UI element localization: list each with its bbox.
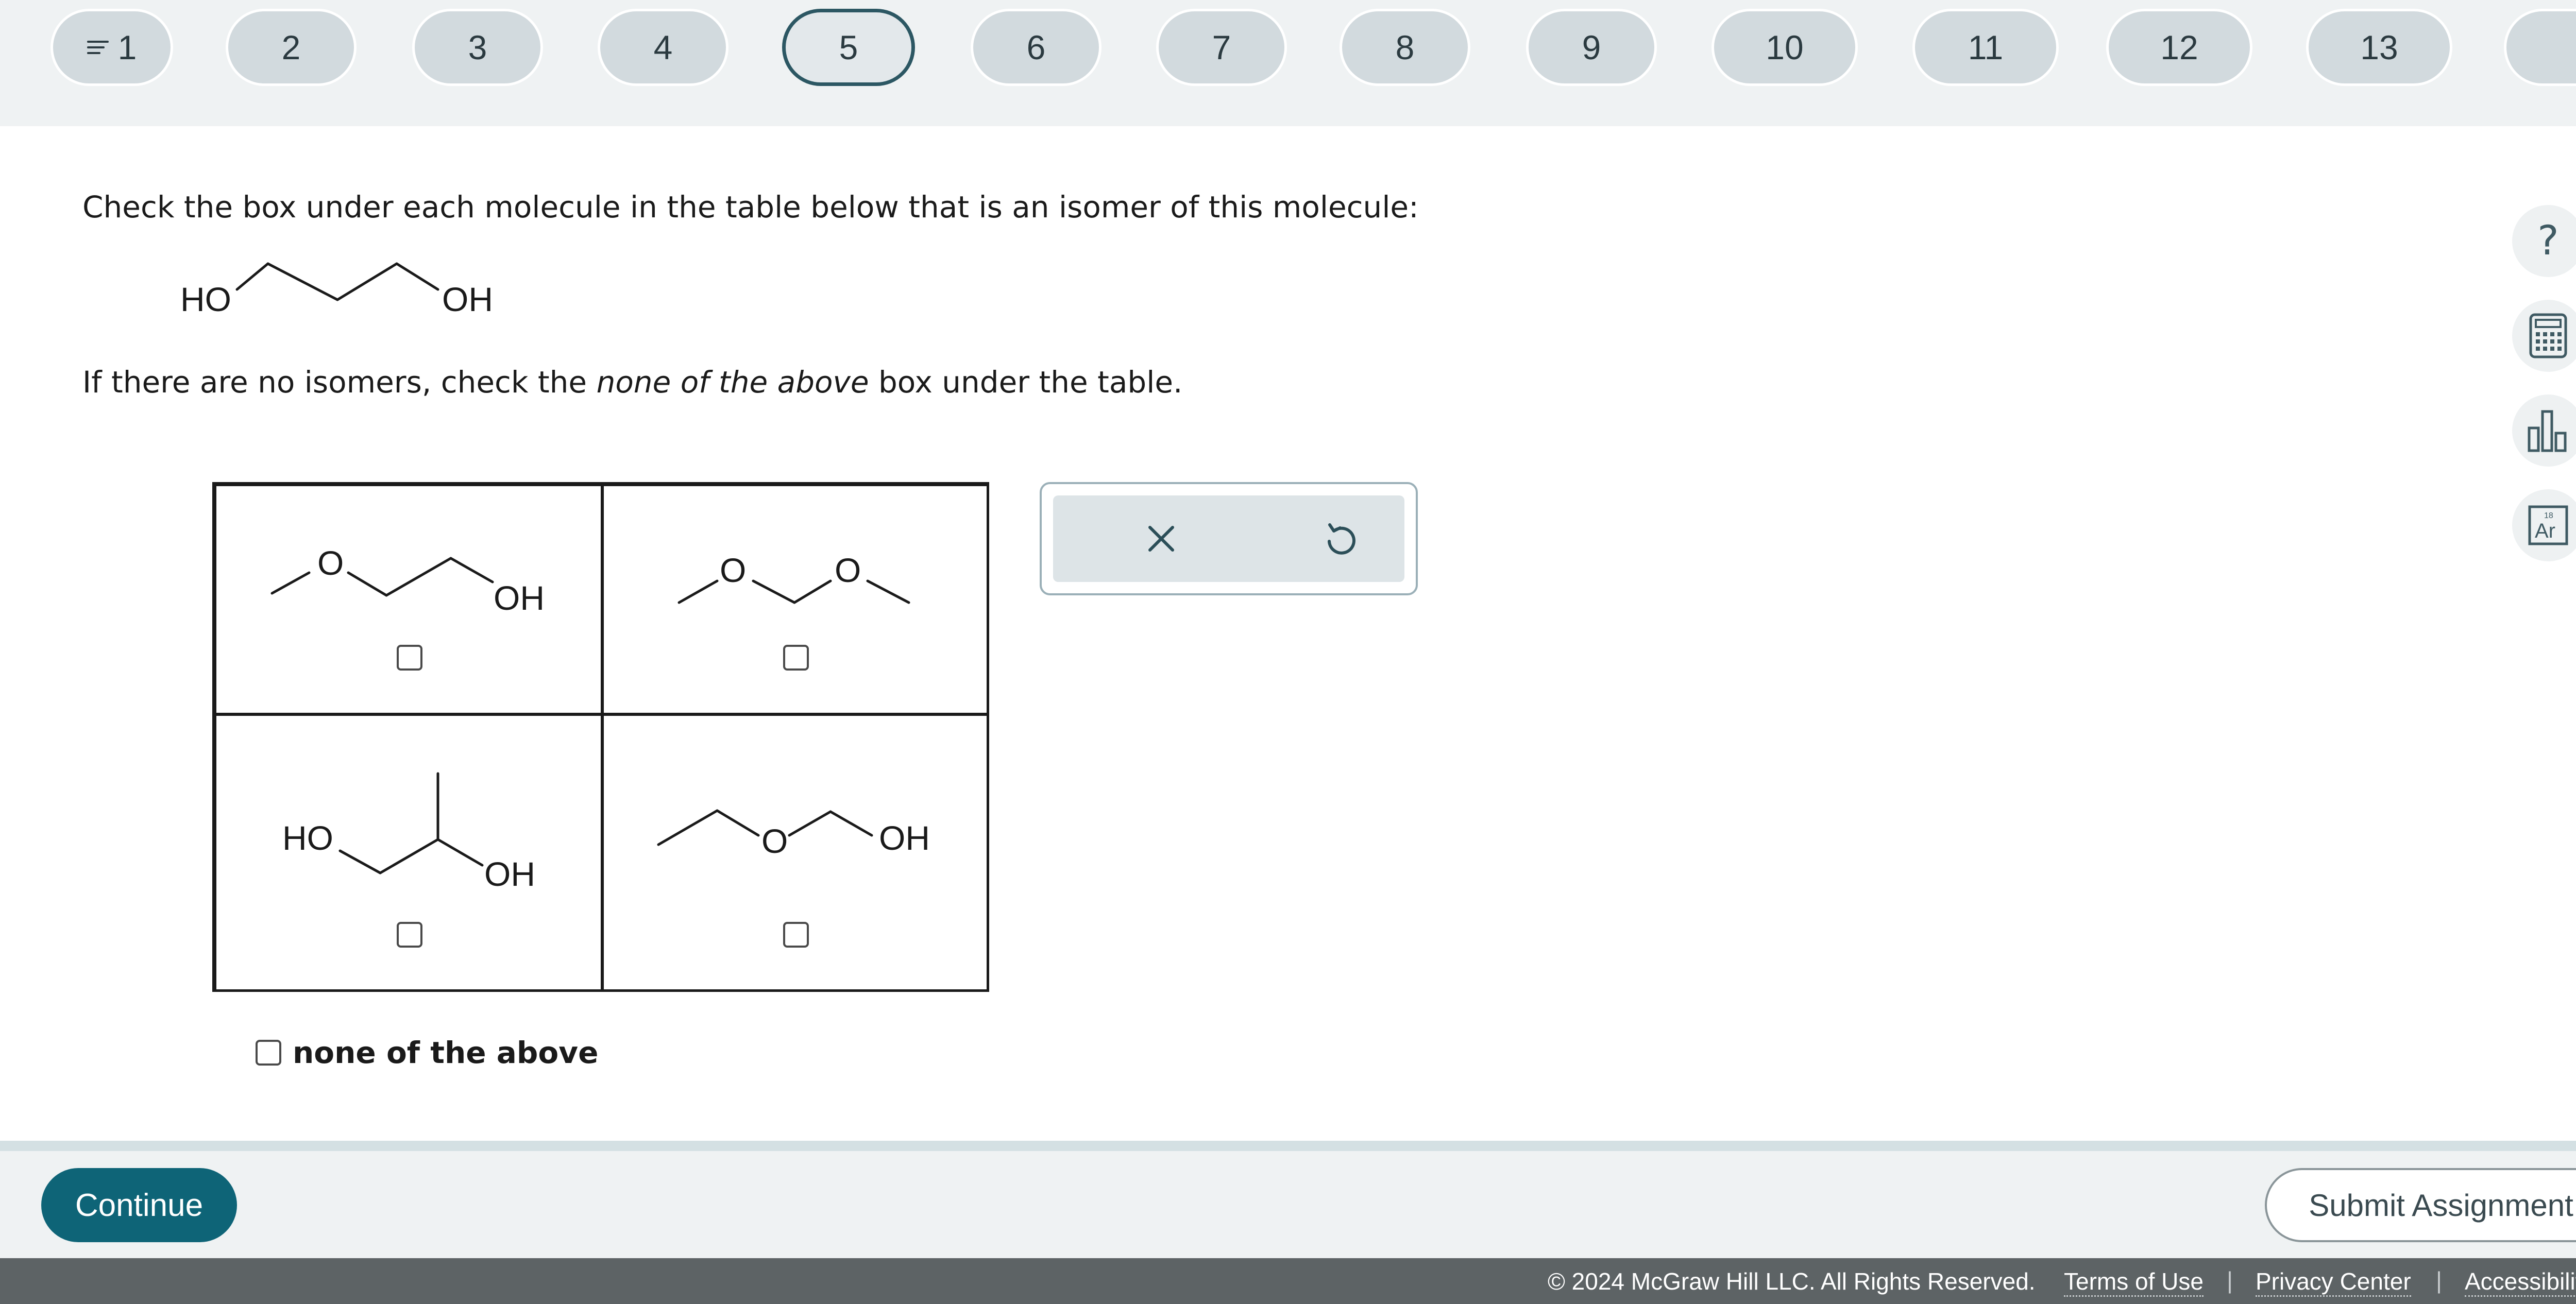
calculator-icon[interactable] [2512, 300, 2576, 372]
instruction-text: If there are no isomers, check the none … [82, 365, 1183, 400]
none-of-above-checkbox[interactable] [256, 1040, 281, 1066]
question-button-14[interactable]: 14 [2504, 9, 2576, 86]
none-of-above-label: none of the above [293, 1035, 599, 1070]
label-ho: HO [180, 280, 231, 318]
question-button-12[interactable]: 12 [2106, 9, 2252, 86]
question-button-6[interactable]: 6 [971, 9, 1101, 86]
periodic-table-icon[interactable]: 18 Ar [2512, 489, 2576, 561]
bar-chart-icon[interactable] [2512, 394, 2576, 467]
periodic-symbol: Ar [2535, 520, 2555, 542]
molecule-b: O O [677, 551, 910, 604]
question-number: 9 [1582, 28, 1601, 66]
copyright-text: © 2024 McGraw Hill LLC. All Rights Reser… [1548, 1268, 2036, 1295]
footer-separator: | [2436, 1267, 2442, 1294]
question-number: 6 [1026, 28, 1046, 66]
isomer-checkbox-d[interactable] [783, 922, 809, 948]
question-button-7[interactable]: 7 [1156, 9, 1287, 86]
question-button-10[interactable]: 10 [1711, 9, 1858, 86]
bottom-bar [0, 1151, 2576, 1258]
bottom-divider [0, 1141, 2576, 1151]
accessibility-link[interactable]: Accessibility [2465, 1267, 2576, 1297]
close-icon[interactable] [1136, 513, 1187, 564]
privacy-center-link[interactable]: Privacy Center [2256, 1267, 2411, 1297]
question-button-11[interactable]: 11 [1912, 9, 2059, 86]
none-of-above-option[interactable]: none of the above [256, 1035, 598, 1070]
table-cell-b: O O [602, 485, 989, 714]
label-o: O [720, 551, 746, 589]
question-button-4[interactable]: 4 [598, 9, 728, 86]
isomer-checkbox-c[interactable] [397, 922, 422, 948]
label-oh: OH [484, 855, 535, 893]
terms-of-use-link[interactable]: Terms of Use [2064, 1267, 2204, 1297]
question-number: 11 [1968, 28, 2004, 66]
label-o: O [761, 822, 788, 860]
answer-tools [1040, 482, 1418, 595]
question-button-5[interactable]: 5 [782, 9, 915, 86]
question-number: 1 [117, 28, 137, 66]
answer-tools-panel [1053, 495, 1404, 582]
footer: © 2024 McGraw Hill LLC. All Rights Reser… [0, 1258, 2576, 1304]
label-o: O [835, 551, 861, 589]
question-button-1[interactable]: 1 [50, 9, 173, 86]
question-prompt: Check the box under each molecule in the… [82, 190, 1419, 225]
instruction-emphasis: none of the above [596, 365, 869, 400]
label-oh: OH [879, 819, 930, 857]
label-oh: OH [494, 579, 545, 617]
label-ho: HO [282, 819, 333, 857]
question-button-2[interactable]: 2 [226, 9, 357, 86]
molecule-c: HO OH [282, 772, 535, 893]
undo-icon[interactable] [1315, 513, 1366, 564]
question-number: 10 [1766, 28, 1804, 66]
question-button-3[interactable]: 3 [412, 9, 543, 86]
question-button-13[interactable]: 13 [2306, 9, 2452, 86]
target-molecule: HO OH [180, 262, 493, 318]
continue-button[interactable]: Continue [41, 1168, 237, 1242]
question-button-9[interactable]: 9 [1526, 9, 1657, 86]
molecule-a: O OH [270, 544, 545, 617]
isomer-checkbox-b[interactable] [783, 645, 809, 671]
label-oh: OH [442, 280, 493, 318]
question-number: 5 [839, 28, 858, 66]
instruction-part: If there are no isomers, check the [82, 365, 597, 400]
molecule-d: O OH [657, 809, 930, 860]
help-icon[interactable]: ? [2512, 205, 2576, 277]
periodic-number: 18 [2544, 511, 2553, 520]
question-number: 13 [2360, 28, 2398, 66]
answer-table: O OH O O HO OH O OH [212, 482, 989, 992]
label-o: O [317, 544, 344, 582]
help-glyph: ? [2537, 218, 2559, 264]
footer-separator: | [2227, 1267, 2233, 1294]
list-icon [87, 41, 109, 54]
question-number: 8 [1395, 28, 1415, 66]
table-cell-c: HO OH [215, 714, 602, 991]
question-number: 3 [468, 28, 487, 66]
table-cell-a: O OH [215, 485, 602, 714]
submit-assignment-button[interactable]: Submit Assignment [2265, 1168, 2576, 1242]
question-number: 12 [2160, 28, 2198, 66]
instruction-part: box under the table. [869, 365, 1183, 400]
table-cell-d: O OH [602, 714, 989, 991]
question-number: 2 [281, 28, 301, 66]
question-navigator: 1 2 3 4 5 6 7 8 9 10 11 12 13 14 [0, 0, 2576, 126]
isomer-checkbox-a[interactable] [397, 645, 422, 671]
question-button-8[interactable]: 8 [1340, 9, 1470, 86]
question-number: 7 [1212, 28, 1231, 66]
question-number: 4 [653, 28, 673, 66]
